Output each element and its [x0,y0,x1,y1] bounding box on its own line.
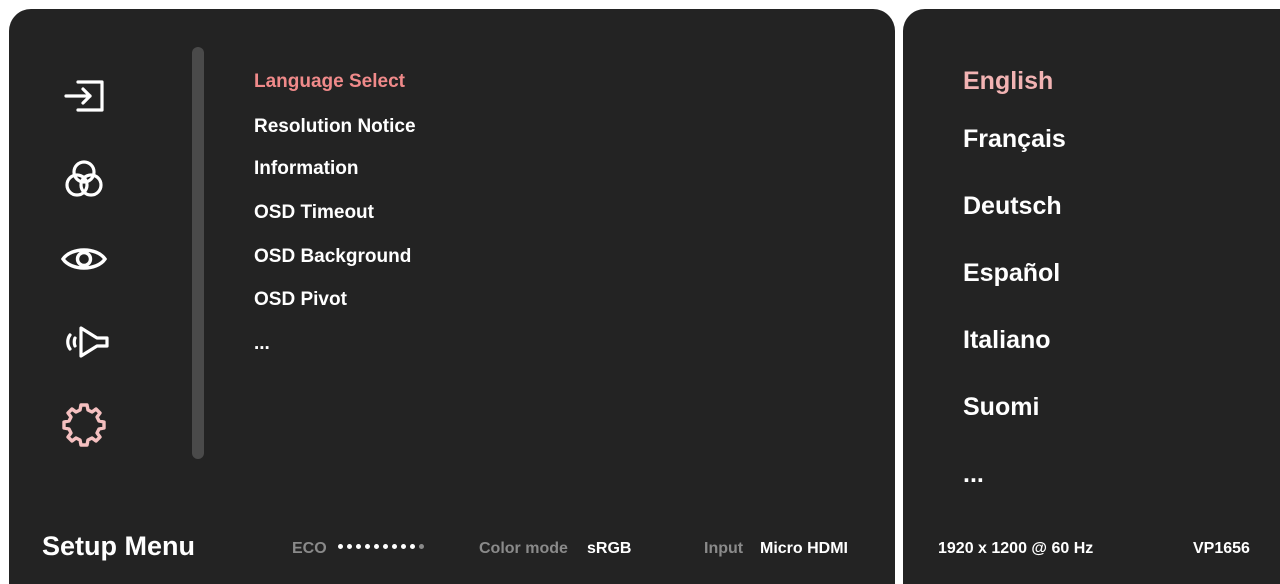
menu-item-osd-timeout[interactable]: OSD Timeout [254,202,374,224]
language-option-suomi[interactable]: Suomi [963,393,1039,422]
eco-dot [410,544,415,549]
language-panel [903,9,1280,584]
eco-dot [365,544,370,549]
eco-dot [419,544,424,549]
language-option-italiano[interactable]: Italiano [963,326,1051,355]
language-option-deutsch[interactable]: Deutsch [963,192,1062,221]
menu-item-more[interactable]: ... [254,333,270,355]
input-value: Micro HDMI [760,540,848,557]
eco-dot [356,544,361,549]
menu-item-information[interactable]: Information [254,158,359,180]
model-name: VP1656 [1193,540,1250,557]
gear-icon[interactable] [58,397,110,449]
eco-dot [347,544,352,549]
menu-item-osd-background[interactable]: OSD Background [254,246,411,268]
input-icon[interactable] [58,70,110,122]
main-menu-panel [9,9,895,584]
audio-icon[interactable] [58,316,110,368]
language-option-espanol[interactable]: Español [963,259,1060,288]
eco-dot [392,544,397,549]
menu-item-resolution-notice[interactable]: Resolution Notice [254,116,416,138]
eco-dot [374,544,379,549]
menu-scrollbar[interactable] [192,47,204,459]
eco-level-indicator [338,544,424,549]
page-title: Setup Menu [42,531,195,561]
color-icon[interactable] [58,154,110,206]
language-option-english[interactable]: English [963,67,1053,96]
color-mode-value: sRGB [587,540,632,557]
input-label: Input [704,540,744,557]
color-mode-label: Color mode [479,540,568,557]
eco-dot [338,544,343,549]
eco-dot [383,544,388,549]
eco-label: ECO [292,540,327,557]
eye-icon[interactable] [58,233,110,285]
language-option-francais[interactable]: Français [963,125,1066,154]
language-option-more[interactable]: ... [963,460,984,489]
resolution-text: 1920 x 1200 @ 60 Hz [938,540,1094,557]
menu-item-osd-pivot[interactable]: OSD Pivot [254,289,347,311]
eco-dot [401,544,406,549]
menu-item-language-select[interactable]: Language Select [254,71,405,93]
